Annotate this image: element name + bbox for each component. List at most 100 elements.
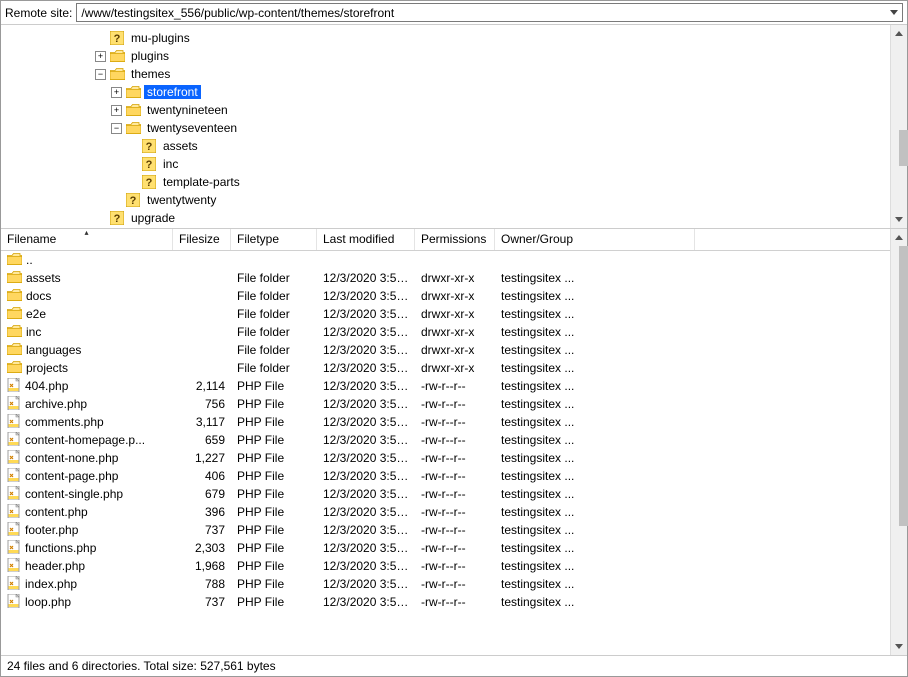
table-row[interactable]: .. — [1, 251, 890, 269]
cell-type: File folder — [231, 343, 317, 357]
tree-item-label: inc — [160, 157, 181, 171]
folder-icon — [7, 307, 22, 322]
table-row[interactable]: 404.php2,114PHP File12/3/2020 3:50:...-r… — [1, 377, 890, 395]
table-row[interactable]: content-none.php1,227PHP File12/3/2020 3… — [1, 449, 890, 467]
table-row[interactable]: docsFile folder12/3/2020 3:50:...drwxr-x… — [1, 287, 890, 305]
table-row[interactable]: comments.php3,117PHP File12/3/2020 3:50:… — [1, 413, 890, 431]
cell-text: content-single.php — [25, 487, 123, 501]
directory-tree[interactable]: mu-plugins+plugins−themes+storefront+twe… — [1, 25, 890, 228]
cell-owner: testingsitex ... — [495, 289, 695, 303]
cell-type: PHP File — [231, 379, 317, 393]
collapse-icon[interactable]: − — [111, 123, 122, 134]
cell-text: archive.php — [25, 397, 87, 411]
cell-size: 756 — [173, 397, 231, 411]
table-row[interactable]: content-single.php679PHP File12/3/2020 3… — [1, 485, 890, 503]
cell-owner: testingsitex ... — [495, 415, 695, 429]
cell-size: 406 — [173, 469, 231, 483]
tree-item-label: upgrade — [128, 211, 178, 225]
tree-item[interactable]: twentytwenty — [1, 191, 890, 209]
php-file-icon — [7, 378, 21, 395]
scroll-down-icon[interactable] — [892, 638, 907, 655]
cell-modified: 12/3/2020 3:50:... — [317, 541, 415, 555]
path-dropdown-button[interactable] — [886, 4, 902, 21]
tree-item[interactable]: −themes — [1, 65, 890, 83]
unknown-folder-icon — [109, 31, 125, 45]
php-file-icon — [7, 576, 21, 593]
tree-item[interactable]: inc — [1, 155, 890, 173]
header-filename-label: Filename — [7, 232, 56, 246]
table-row[interactable]: incFile folder12/3/2020 3:50:...drwxr-xr… — [1, 323, 890, 341]
cell-type: File folder — [231, 361, 317, 375]
scroll-up-icon[interactable] — [892, 229, 907, 246]
header-modified[interactable]: Last modified — [317, 229, 415, 250]
header-permissions[interactable]: Permissions — [415, 229, 495, 250]
tree-item[interactable]: +plugins — [1, 47, 890, 65]
remote-site-label: Remote site: — [5, 6, 72, 20]
remote-path-input[interactable] — [76, 3, 903, 22]
cell-owner: testingsitex ... — [495, 559, 695, 573]
folder-icon — [125, 85, 141, 99]
expand-icon[interactable]: + — [95, 51, 106, 62]
tree-item-label: twentyseventeen — [144, 121, 240, 135]
tree-item[interactable]: +storefront — [1, 83, 890, 101]
expand-icon[interactable]: + — [111, 105, 122, 116]
cell-text: 404.php — [25, 379, 68, 393]
tree-scroll-thumb[interactable] — [899, 130, 908, 166]
table-row[interactable]: languagesFile folder12/3/2020 3:50:...dr… — [1, 341, 890, 359]
tree-scrollbar[interactable] — [890, 25, 907, 228]
table-row[interactable]: loop.php737PHP File12/3/2020 3:50:...-rw… — [1, 593, 890, 611]
tree-item[interactable]: +twentynineteen — [1, 101, 890, 119]
table-row[interactable]: e2eFile folder12/3/2020 3:50:...drwxr-xr… — [1, 305, 890, 323]
cell-type: File folder — [231, 325, 317, 339]
tree-item[interactable]: assets — [1, 137, 890, 155]
table-row[interactable]: projectsFile folder12/3/2020 3:50:...drw… — [1, 359, 890, 377]
unknown-folder-icon — [141, 157, 157, 171]
scroll-up-icon[interactable] — [892, 25, 907, 42]
folder-icon — [125, 103, 141, 117]
cell-filename: .. — [1, 253, 173, 268]
list-scrollbar[interactable] — [890, 229, 907, 655]
cell-modified: 12/3/2020 3:50:... — [317, 523, 415, 537]
php-file-icon — [7, 414, 21, 431]
header-filetype[interactable]: Filetype — [231, 229, 317, 250]
cell-owner: testingsitex ... — [495, 541, 695, 555]
tree-item[interactable]: template-parts — [1, 173, 890, 191]
list-scroll-thumb[interactable] — [899, 246, 908, 526]
expand-icon[interactable]: + — [111, 87, 122, 98]
cell-filename: docs — [1, 289, 173, 304]
table-row[interactable]: content.php396PHP File12/3/2020 3:50:...… — [1, 503, 890, 521]
table-row[interactable]: functions.php2,303PHP File12/3/2020 3:50… — [1, 539, 890, 557]
tree-item[interactable]: − twentyseventeen — [1, 119, 890, 137]
table-row[interactable]: header.php1,968PHP File12/3/2020 3:50:..… — [1, 557, 890, 575]
table-row[interactable]: content-page.php406PHP File12/3/2020 3:5… — [1, 467, 890, 485]
table-row[interactable]: content-homepage.p...659PHP File12/3/202… — [1, 431, 890, 449]
php-file-icon — [7, 450, 21, 467]
cell-text: docs — [26, 289, 51, 303]
tree-item[interactable]: upgrade — [1, 209, 890, 227]
table-row[interactable]: archive.php756PHP File12/3/2020 3:50:...… — [1, 395, 890, 413]
unknown-folder-icon — [141, 139, 157, 153]
cell-owner: testingsitex ... — [495, 433, 695, 447]
cell-size: 2,114 — [173, 379, 231, 393]
scroll-down-icon[interactable] — [892, 211, 907, 228]
table-row[interactable]: assetsFile folder12/3/2020 3:50:...drwxr… — [1, 269, 890, 287]
cell-modified: 12/3/2020 3:50:... — [317, 397, 415, 411]
cell-size: 3,117 — [173, 415, 231, 429]
cell-owner: testingsitex ... — [495, 451, 695, 465]
collapse-icon[interactable]: − — [95, 69, 106, 80]
header-filename[interactable]: Filename ▴ — [1, 229, 173, 250]
php-file-icon — [7, 486, 21, 503]
cell-modified: 12/3/2020 3:50:... — [317, 415, 415, 429]
cell-size: 737 — [173, 523, 231, 537]
table-row[interactable]: footer.php737PHP File12/3/2020 3:50:...-… — [1, 521, 890, 539]
header-owner[interactable]: Owner/Group — [495, 229, 695, 250]
cell-permissions: -rw-r--r-- — [415, 397, 495, 411]
table-row[interactable]: index.php788PHP File12/3/2020 3:50:...-r… — [1, 575, 890, 593]
header-filesize[interactable]: Filesize — [173, 229, 231, 250]
cell-permissions: -rw-r--r-- — [415, 541, 495, 555]
cell-owner: testingsitex ... — [495, 505, 695, 519]
tree-item[interactable]: mu-plugins — [1, 29, 890, 47]
file-rows: ..assetsFile folder12/3/2020 3:50:...drw… — [1, 251, 890, 611]
cell-type: PHP File — [231, 523, 317, 537]
php-file-icon — [7, 558, 21, 575]
